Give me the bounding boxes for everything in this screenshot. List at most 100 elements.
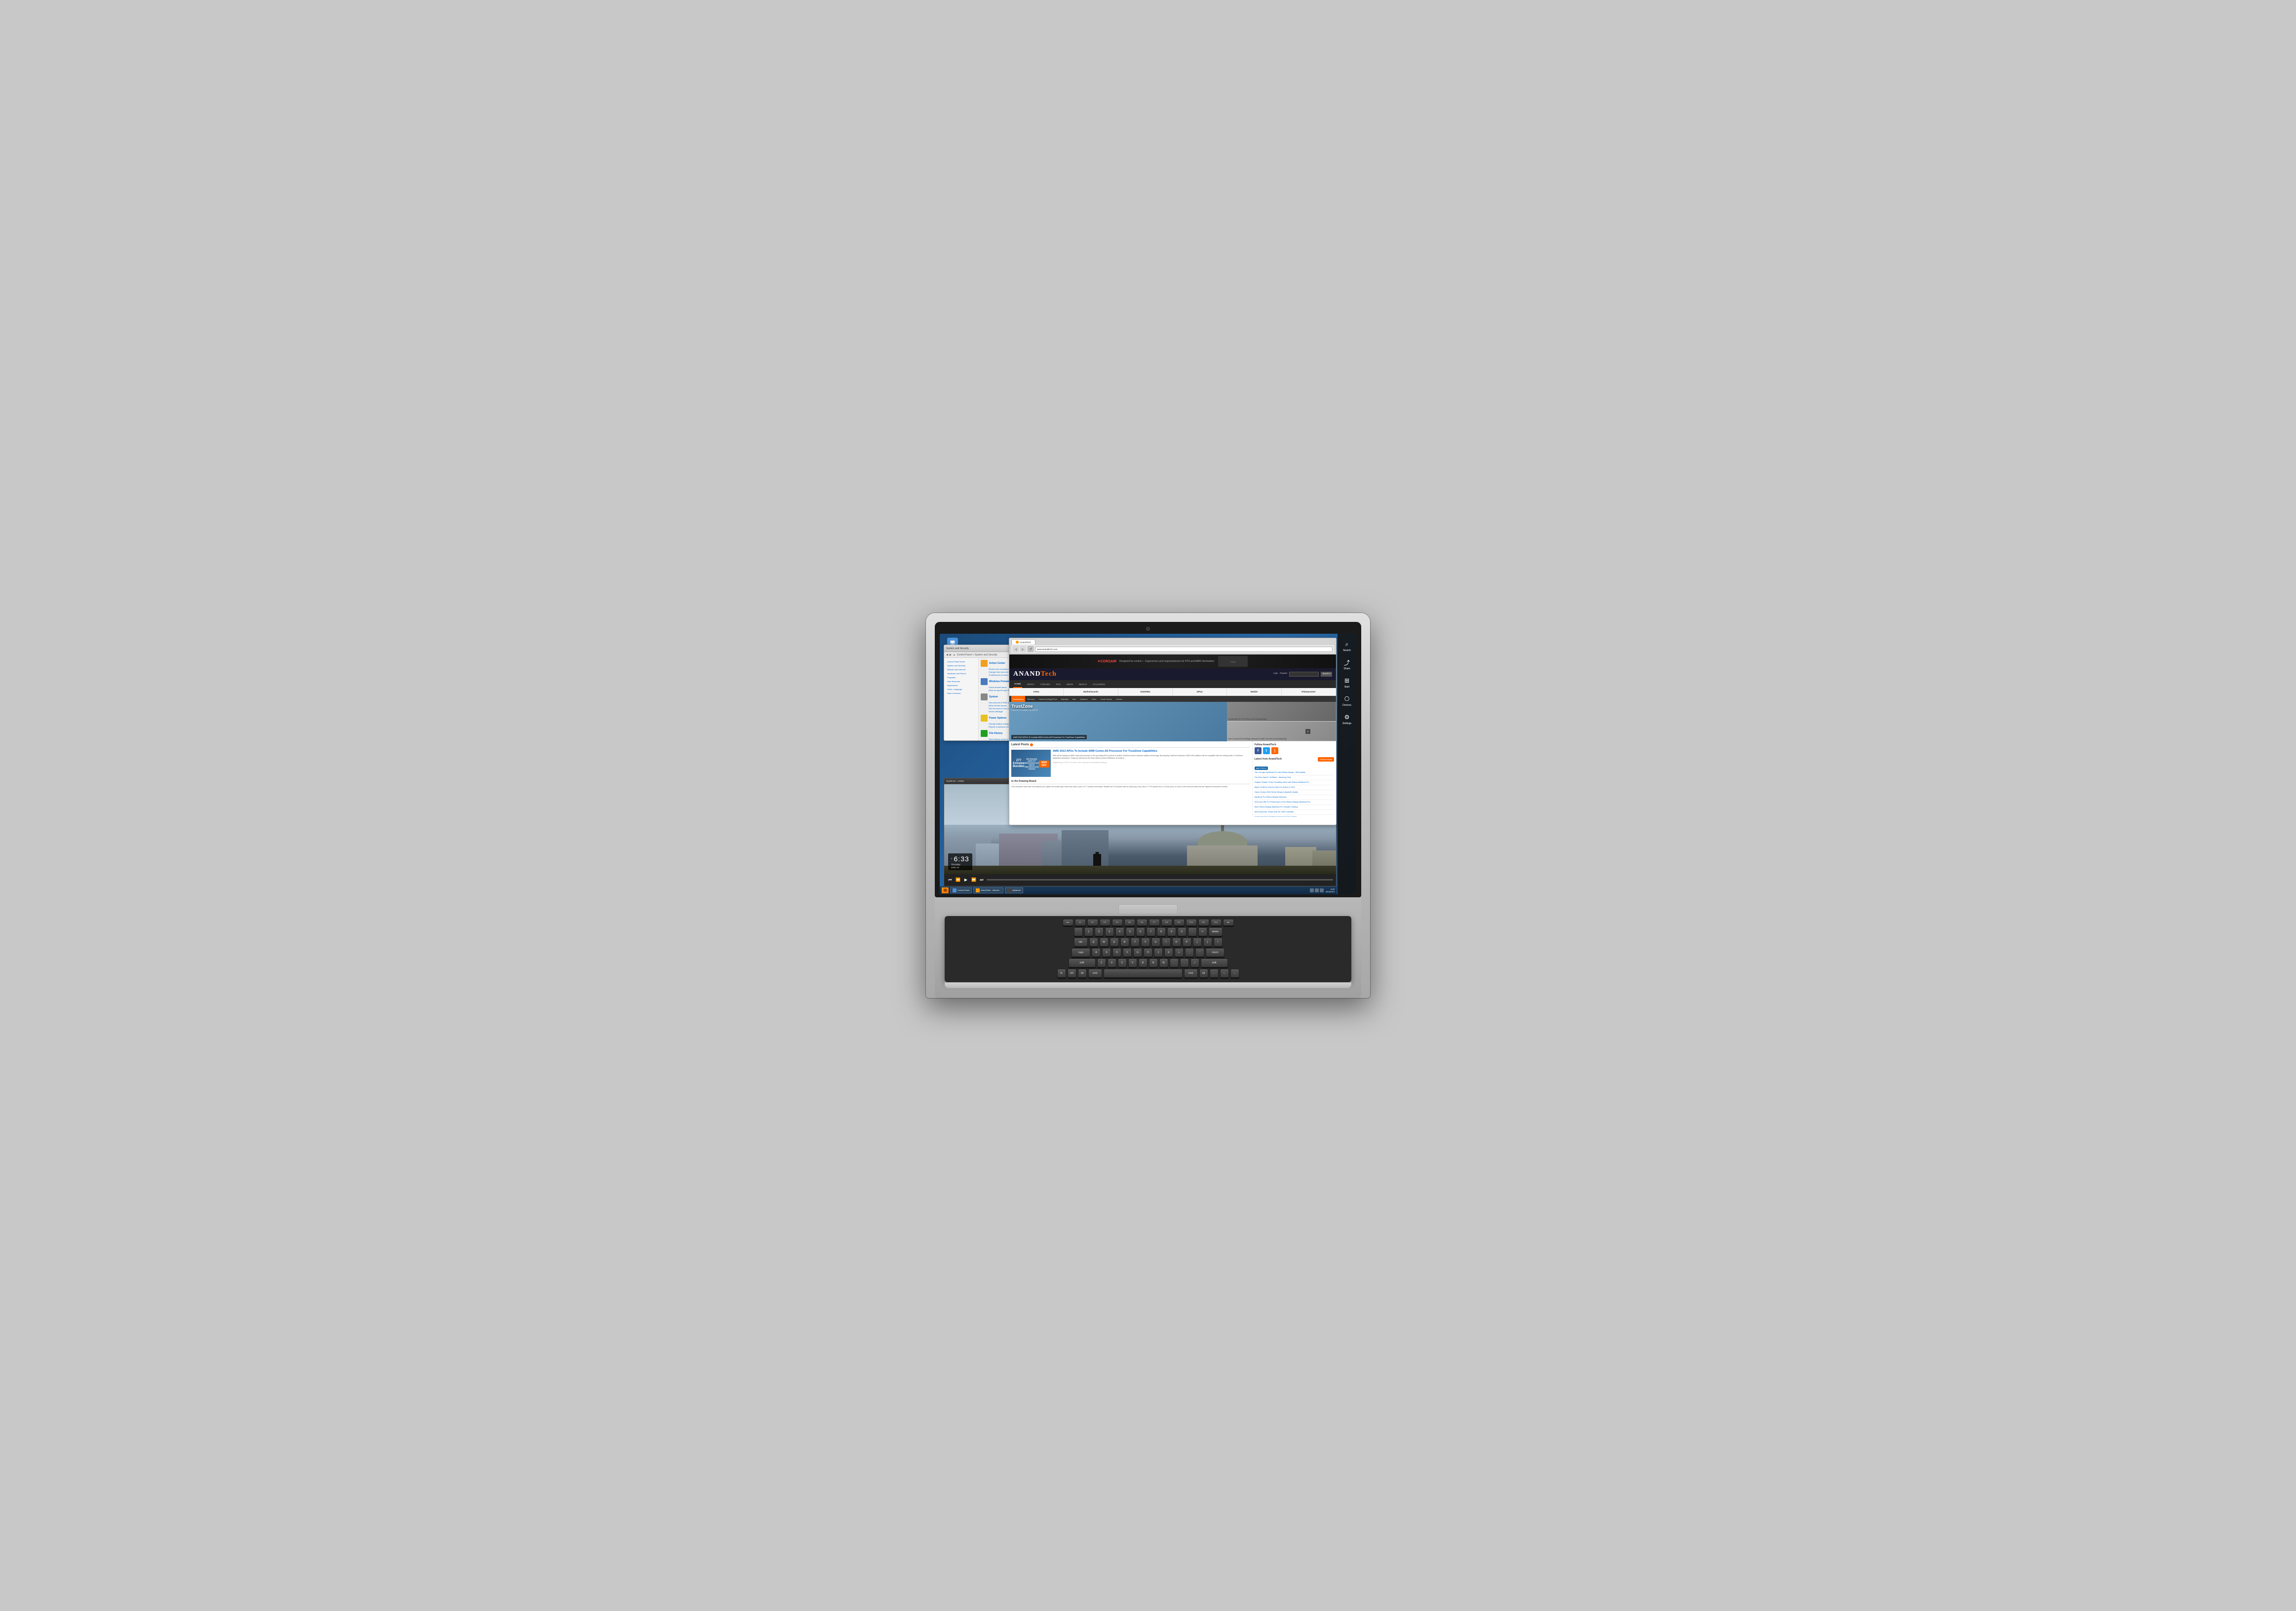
charm-start[interactable]: ⊞ Start xyxy=(1338,674,1356,690)
firewall-title[interactable]: Windows Firewall xyxy=(989,680,1010,683)
nav-search-button[interactable]: SEARCH xyxy=(1321,672,1332,677)
sub-memory[interactable]: Memory xyxy=(1026,696,1036,702)
sub-displays[interactable]: Displays xyxy=(1060,696,1070,702)
drawing-board-title[interactable]: to the Drawing Board xyxy=(1011,780,1250,784)
featured-post-image[interactable]: Z77 ExtremeBundles Win Selected ASUS Z77… xyxy=(1011,750,1051,777)
key-f7[interactable]: F7 xyxy=(1149,919,1160,926)
key-r[interactable]: R xyxy=(1120,938,1129,947)
up-icon[interactable]: ▲ xyxy=(953,653,956,656)
latest-post-6[interactable]: MacBook Pro Retina Display Madness xyxy=(1255,796,1334,800)
key-0[interactable]: 0 xyxy=(1178,927,1186,936)
key-y[interactable]: Y xyxy=(1141,938,1150,947)
key-f5[interactable]: F5 xyxy=(1124,919,1135,926)
key-lcmd[interactable]: cmd xyxy=(1088,969,1102,978)
key-caps[interactable]: caps xyxy=(1071,948,1090,957)
cat-motherboards[interactable]: Motherboards xyxy=(1064,688,1118,695)
key-x[interactable]: X xyxy=(1108,959,1116,967)
fast-forward-button[interactable]: ⏩ xyxy=(971,877,977,883)
key-q[interactable]: Q xyxy=(1089,938,1098,947)
key-backspace[interactable]: delete xyxy=(1209,927,1223,936)
forward-icon[interactable]: ▶ xyxy=(950,653,952,656)
sidebar-item-home[interactable]: Control Panel Home xyxy=(946,660,976,663)
hero-next-btn[interactable]: › xyxy=(1305,729,1310,734)
key-f8[interactable]: F8 xyxy=(1161,919,1172,926)
key-semicolon[interactable]: ; xyxy=(1185,948,1194,957)
key-backslash[interactable]: \ xyxy=(1214,938,1223,947)
sub-mac[interactable]: Mac xyxy=(1071,696,1078,702)
key-d[interactable]: D xyxy=(1112,948,1121,957)
latest-post-8[interactable]: More Retina Display MacBook Pro Handles … xyxy=(1255,806,1334,810)
cat-mobile[interactable]: Mobile xyxy=(1227,688,1281,695)
sub-tradeshows[interactable]: Trade Shows xyxy=(1099,696,1113,702)
cat-cpus[interactable]: CPUs xyxy=(1009,688,1064,695)
latest-post-2[interactable]: The New HyperX Jet Black - Samsung Click xyxy=(1255,776,1334,780)
nav-forums[interactable]: FORUMS xyxy=(1039,680,1051,688)
key-m[interactable]: M xyxy=(1159,959,1168,967)
taskbar-btn-browser[interactable]: AnandTech - Internet... xyxy=(973,887,1003,893)
rewind-button[interactable]: ⏪ xyxy=(955,877,961,883)
sub-systems[interactable]: Systems xyxy=(1078,696,1089,702)
sub-cases[interactable]: Cases/Cooling/PSUs xyxy=(1037,696,1058,702)
key-a[interactable]: A xyxy=(1092,948,1101,957)
key-k[interactable]: K xyxy=(1164,948,1173,957)
key-i[interactable]: I xyxy=(1162,938,1171,947)
key-fn[interactable]: fn xyxy=(1057,969,1066,978)
key-f3[interactable]: F3 xyxy=(1100,919,1110,926)
sidebar-item-system[interactable]: System and Security xyxy=(946,664,976,667)
key-9[interactable]: 9 xyxy=(1167,927,1176,936)
nav-search-input[interactable] xyxy=(1289,672,1319,677)
charm-devices[interactable]: ⎔ Devices xyxy=(1338,692,1356,709)
sub-other[interactable]: Other xyxy=(1090,696,1098,702)
latest-post-5[interactable]: Gary's Victory 2600 Series Brings Audiop… xyxy=(1255,791,1334,795)
sidebar-item-programs[interactable]: Programs xyxy=(946,676,976,679)
charm-settings[interactable]: ⚙ Settings xyxy=(1338,711,1356,727)
key-p[interactable]: P xyxy=(1183,938,1191,947)
key-f2[interactable]: F2 xyxy=(1087,919,1098,926)
key-f[interactable]: F xyxy=(1123,948,1132,957)
power-title[interactable]: Power Options xyxy=(989,717,1006,720)
progress-bar[interactable] xyxy=(987,879,1333,881)
nav-news[interactable]: NEWS xyxy=(1066,680,1074,688)
nav-login[interactable]: Login xyxy=(1273,672,1278,677)
key-quote[interactable]: ' xyxy=(1195,948,1204,957)
filehistory-title[interactable]: File History xyxy=(989,732,1002,735)
cat-ssd[interactable]: SSD/HDD xyxy=(1118,688,1173,695)
sidebar-item-users[interactable]: User Accounts xyxy=(946,680,976,683)
forward-button[interactable]: ▶ xyxy=(1020,646,1026,652)
browser-tab-anandtech[interactable]: AnandTech xyxy=(1011,639,1035,645)
key-f1[interactable]: F1 xyxy=(1075,919,1086,926)
featured-title[interactable]: AMD 2013 APUs To Include ARM Cortex-A5 P… xyxy=(1053,750,1250,754)
key-o[interactable]: O xyxy=(1172,938,1181,947)
key-3[interactable]: 3 xyxy=(1105,927,1114,936)
facebook-button[interactable]: f xyxy=(1255,747,1262,754)
key-1[interactable]: 1 xyxy=(1084,927,1093,936)
latest-post-10[interactable]: Qualcomm Drug Systems Approval in Only 5… xyxy=(1255,816,1334,817)
latest-post-9[interactable]: New Discovery: Serial Jena GE 2200 Contr… xyxy=(1255,811,1334,815)
back-button[interactable]: ◀ xyxy=(1013,646,1019,652)
key-g[interactable]: G xyxy=(1133,948,1142,957)
trackpad[interactable] xyxy=(1118,904,1178,914)
submit-news-button[interactable]: Submit News! xyxy=(1318,757,1334,762)
key-equals[interactable]: = xyxy=(1198,927,1207,936)
sidebar-item-network[interactable]: Network and Internet xyxy=(946,668,976,671)
key-s[interactable]: S xyxy=(1102,948,1111,957)
key-f6[interactable]: F6 xyxy=(1137,919,1148,926)
key-e[interactable]: E xyxy=(1110,938,1119,947)
key-return[interactable]: return xyxy=(1206,948,1225,957)
key-v[interactable]: V xyxy=(1128,959,1137,967)
key-7[interactable]: 7 xyxy=(1147,927,1155,936)
key-minus[interactable]: - xyxy=(1188,927,1197,936)
address-bar[interactable]: www.anandtech.com xyxy=(1035,647,1333,652)
key-lbracket[interactable]: [ xyxy=(1193,938,1202,947)
key-j[interactable]: J xyxy=(1154,948,1163,957)
twitter-button[interactable]: t xyxy=(1263,747,1270,754)
refresh-button[interactable]: ↺ xyxy=(1028,646,1033,652)
latest-post-4[interactable]: Apple Confirms Cloud to Mac Pro (Issue) … xyxy=(1255,786,1334,790)
key-backtick[interactable]: ` xyxy=(1074,927,1083,936)
key-rcmd[interactable]: cmd xyxy=(1184,969,1198,978)
key-8[interactable]: 8 xyxy=(1157,927,1166,936)
system-title[interactable]: System xyxy=(989,695,998,698)
hero-side-2[interactable]: Acer's Iconia W700 by Bridge Windows 8 T… xyxy=(1227,722,1336,741)
action-center-title[interactable]: Action Center xyxy=(989,662,1005,665)
key-esc[interactable]: esc xyxy=(1063,919,1073,926)
